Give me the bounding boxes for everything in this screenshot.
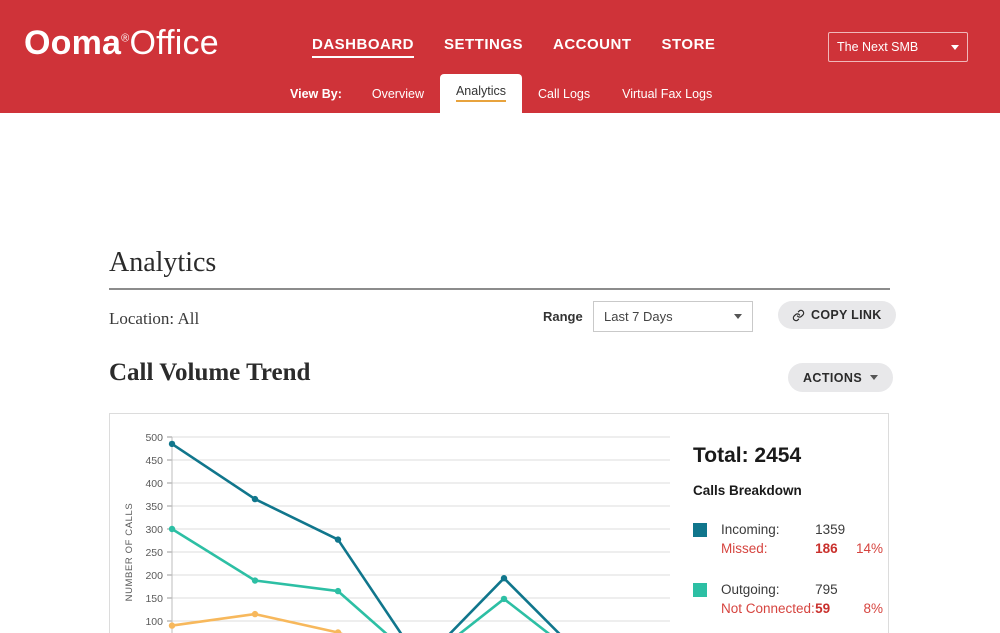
range-label: Range [543,309,583,324]
total-calls: Total: 2454 [693,444,883,468]
calls-breakdown-panel: Total: 2454 Calls Breakdown Incoming: 13… [693,444,883,633]
location-label: Location: All [109,309,199,329]
actions-button[interactable]: ACTIONS [788,363,893,392]
legend-label-not-connected: Not Connected: [721,599,815,618]
link-chain-icon [792,309,805,322]
range-select[interactable]: Last 7 Days [593,301,753,332]
brand-name-light: Office [129,24,218,62]
brand-name-bold: Ooma [24,24,121,62]
app-header: Ooma®Office DASHBOARD SETTINGS ACCOUNT S… [0,0,1000,113]
svg-text:200: 200 [145,570,163,582]
legend-pct-missed: 14% [852,539,883,558]
svg-text:150: 150 [145,593,163,605]
svg-text:350: 350 [145,501,163,513]
svg-text:NUMBER OF CALLS: NUMBER OF CALLS [124,503,135,602]
legend-swatch-incoming [693,523,707,537]
tab-overview[interactable]: Overview [356,77,440,113]
view-by-label: View By: [290,87,356,113]
nav-item-store[interactable]: STORE [662,36,716,56]
legend-pct-incoming [852,520,883,539]
page-title: Analytics [109,247,216,279]
primary-nav: DASHBOARD SETTINGS ACCOUNT STORE [312,36,715,58]
account-selector[interactable]: The Next SMB [828,32,968,62]
copy-link-label: COPY LINK [811,308,882,322]
account-selector-value: The Next SMB [837,40,918,54]
svg-text:300: 300 [145,524,163,536]
legend-label-missed: Missed: [721,539,815,558]
svg-text:250: 250 [145,547,163,559]
nav-item-account[interactable]: ACCOUNT [553,36,632,56]
legend-pct-outgoing [852,580,883,599]
nav-item-settings[interactable]: SETTINGS [444,36,523,56]
chart-card: 050100150200250300350400450500Nov 22Nov … [109,413,889,633]
chevron-down-icon [734,314,742,319]
legend-pct-not-connected: 8% [852,599,883,618]
legend-swatch-outgoing [693,583,707,597]
copy-link-button[interactable]: COPY LINK [778,301,896,329]
tab-call-logs[interactable]: Call Logs [522,77,606,113]
legend-row-missed: Missed: 186 14% [721,539,883,558]
legend-value-not-connected: 59 [815,599,852,618]
legend-value-outgoing: 795 [815,580,852,599]
sub-nav: View By: Overview Analytics Call Logs Vi… [290,74,728,113]
legend-label-outgoing: Outgoing: [721,580,815,599]
legend-row-outgoing: Outgoing: 795 [721,580,883,599]
nav-item-dashboard[interactable]: DASHBOARD [312,36,414,58]
legend-group-outgoing: Outgoing: 795 Not Connected: 59 8% [693,580,883,618]
legend-group-incoming: Incoming: 1359 Missed: 186 14% [693,520,883,558]
legend-value-missed: 186 [815,539,852,558]
svg-text:100: 100 [145,616,163,628]
legend-label-incoming: Incoming: [721,520,815,539]
tab-virtual-fax-logs[interactable]: Virtual Fax Logs [606,77,728,113]
brand-logo: Ooma®Office [24,24,219,63]
actions-button-label: ACTIONS [803,371,862,385]
title-divider [109,288,890,290]
range-select-value: Last 7 Days [604,309,673,324]
legend-row-not-connected: Not Connected: 59 8% [721,599,883,618]
chart-section-title: Call Volume Trend [109,359,310,387]
legend-row-incoming: Incoming: 1359 [721,520,883,539]
svg-text:500: 500 [145,432,163,444]
svg-text:450: 450 [145,455,163,467]
chevron-down-icon [870,375,878,380]
tab-analytics[interactable]: Analytics [440,74,522,113]
breakdown-subtitle: Calls Breakdown [693,483,883,498]
svg-text:400: 400 [145,478,163,490]
legend-value-incoming: 1359 [815,520,852,539]
tab-analytics-label: Analytics [456,84,506,102]
chevron-down-icon [951,45,959,50]
